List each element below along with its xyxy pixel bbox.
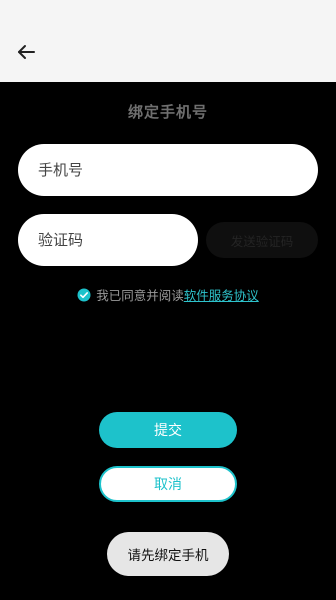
service-agreement-link[interactable]: 软件服务协议 — [184, 285, 259, 304]
check-circle-icon[interactable] — [77, 288, 91, 302]
page-title: 绑定手机号 — [127, 103, 208, 121]
phone-field[interactable] — [18, 144, 318, 196]
send-code-button[interactable]: 发送验证码 — [206, 222, 318, 258]
submit-button[interactable]: 提交 — [99, 412, 237, 448]
phone-input[interactable] — [36, 160, 318, 180]
verification-code-field[interactable] — [18, 214, 198, 266]
bind-phone-screen: 绑定手机号 发送验证码 我已同意并阅读 软件服务协议 提交 取消 请先绑定手机 — [0, 0, 336, 600]
back-button[interactable] — [12, 38, 40, 66]
arrow-left-icon — [16, 42, 36, 62]
header-bar — [0, 0, 336, 82]
cancel-button[interactable]: 取消 — [99, 466, 237, 502]
verification-code-input[interactable] — [36, 230, 198, 250]
bind-phone-button[interactable]: 请先绑定手机 — [107, 532, 229, 576]
agreement-text: 我已同意并阅读 — [96, 288, 184, 303]
agreement-row: 我已同意并阅读 软件服务协议 — [0, 285, 336, 304]
